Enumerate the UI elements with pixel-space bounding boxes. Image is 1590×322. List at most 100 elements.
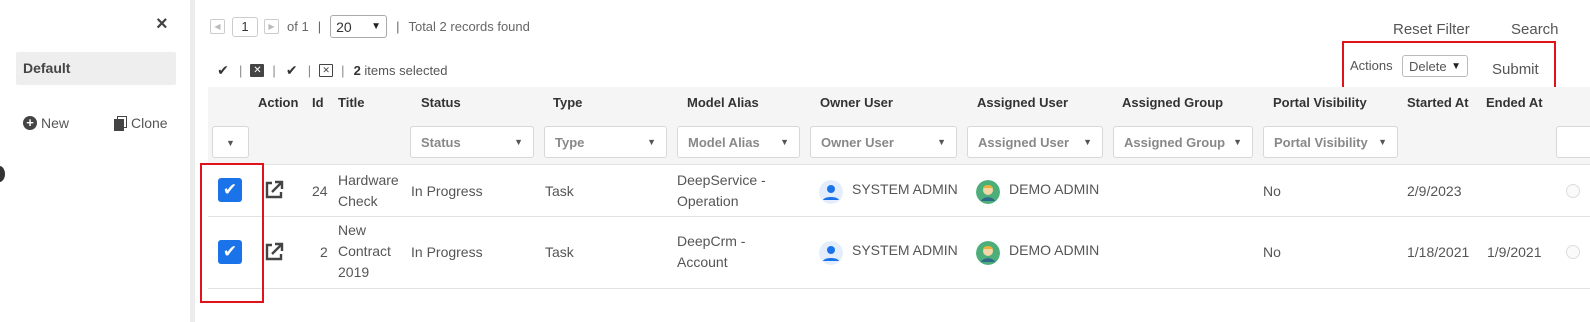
external-link-icon[interactable] [263, 179, 285, 201]
toolbar-divider: | [239, 63, 243, 78]
status-filter[interactable]: Status ▼ [410, 126, 534, 158]
close-icon[interactable]: × [156, 14, 168, 34]
column-header-title[interactable]: Title [338, 95, 365, 110]
selected-count: 2 [353, 63, 361, 78]
cell-assigned-user: DEMO ADMIN [1009, 242, 1100, 258]
cell-model-alias-line: Operation [677, 193, 739, 209]
cell-ended-at: 1/9/2021 [1487, 244, 1542, 260]
column-header-assigned-group[interactable]: Assigned Group [1122, 95, 1223, 110]
owner-user-filter[interactable]: Owner User ▼ [810, 126, 957, 158]
external-link-icon[interactable] [263, 241, 285, 263]
person-avatar-icon [976, 180, 1000, 204]
selected-count-text: 2 items selected [354, 63, 448, 78]
column-header-portal-visibility[interactable]: Portal Visibility [1273, 95, 1367, 110]
toolbar-divider: | [307, 63, 312, 78]
row-divider [208, 216, 1590, 217]
column-header-action: Action [258, 95, 299, 110]
cell-type: Task [545, 244, 574, 260]
clone-view-label: Clone [131, 115, 168, 131]
chevron-down-icon: ▼ [1451, 60, 1461, 72]
portal-visibility-filter[interactable]: Portal Visibility ▼ [1263, 126, 1398, 158]
caret-down-icon: ▼ [1233, 137, 1242, 147]
selected-suffix: items selected [364, 63, 448, 78]
row-divider [208, 288, 1590, 289]
assigned-user-filter-label: Assigned User [978, 134, 1070, 150]
cell-title[interactable]: New Contract 2019 [338, 220, 391, 283]
cell-assigned-user: DEMO ADMIN [1009, 181, 1100, 197]
caret-down-icon: ▼ [514, 137, 523, 147]
caret-down-icon: ▼ [1378, 137, 1387, 147]
cell-owner-user: SYSTEM ADMIN [852, 242, 958, 258]
caret-down-icon: ▼ [780, 137, 789, 147]
column-header-status[interactable]: Status [421, 95, 461, 110]
column-header-ended-at[interactable]: Ended At [1486, 95, 1543, 110]
search-button[interactable]: Search [1511, 21, 1559, 38]
type-filter-label: Type [555, 134, 585, 150]
toolbar-divider: | [341, 63, 345, 78]
assigned-user-filter[interactable]: Assigned User ▼ [967, 126, 1103, 158]
owner-user-filter-label: Owner User [821, 134, 894, 150]
column-header-model-alias[interactable]: Model Alias [687, 95, 759, 110]
type-filter[interactable]: Type ▼ [544, 126, 667, 158]
clear-square-icon[interactable]: ✕ [319, 64, 334, 77]
cell-id: 24 [312, 183, 328, 199]
page-size-select[interactable]: 20 ▼ [330, 15, 388, 38]
actions-label: Actions [1350, 58, 1393, 73]
selection-toolbar: ✔ | ✕ | ✔ | ✕ | 2 items selected [215, 62, 448, 79]
cell-id: 2 [320, 244, 328, 260]
cell-model-alias-line: Account [677, 254, 728, 270]
cell-status: In Progress [411, 183, 483, 199]
cell-status: In Progress [411, 244, 483, 260]
model-alias-filter-label: Model Alias [688, 134, 760, 150]
clone-view-button[interactable]: Clone [114, 115, 168, 131]
cell-title-line: New [338, 222, 367, 238]
cell-title[interactable]: Hardware Check [338, 170, 399, 212]
view-item-default[interactable]: Default [16, 52, 176, 85]
submit-button[interactable]: Submit [1492, 61, 1539, 78]
plus-circle-icon: + [23, 116, 37, 130]
last-page-icon[interactable]: ▶ [264, 19, 279, 34]
user-avatar-icon [819, 180, 843, 204]
cell-title-line: 2019 [338, 264, 370, 280]
cell-owner-user: SYSTEM ADMIN [852, 181, 958, 197]
page-count: of 1 [287, 19, 309, 34]
cell-started-at: 1/18/2021 [1407, 244, 1470, 260]
selection-filter[interactable]: ▼ [212, 126, 249, 158]
assigned-group-filter-label: Assigned Group [1124, 134, 1226, 150]
cell-model-alias: DeepService - Operation [677, 170, 766, 212]
portal-visibility-filter-label: Portal Visibility [1274, 134, 1368, 150]
actions-select[interactable]: Delete ▼ [1402, 55, 1468, 77]
pager: ◀ 1 ▶ of 1 | 20 ▼ | Total 2 records foun… [210, 15, 530, 38]
model-alias-filter[interactable]: Model Alias ▼ [677, 126, 800, 158]
new-view-button[interactable]: + New [23, 115, 69, 131]
column-header-id[interactable]: Id [312, 95, 324, 110]
cell-model-alias-line: DeepService - [677, 172, 766, 188]
reset-filter-button[interactable]: Reset Filter [1393, 21, 1470, 38]
column-header-owner-user[interactable]: Owner User [820, 95, 893, 110]
chevron-down-icon: ▼ [371, 21, 382, 32]
actions-value: Delete [1409, 58, 1447, 74]
views-sidebar: × Default + New Clone [0, 0, 190, 322]
cell-title-line: Hardware [338, 172, 399, 188]
caret-down-icon: ▼ [937, 137, 946, 147]
check-icon[interactable]: ✔ [284, 62, 300, 79]
cell-type: Task [545, 183, 574, 199]
double-check-icon[interactable]: ✔ [215, 62, 231, 79]
cell-title-line: Check [338, 193, 378, 209]
column-header-type[interactable]: Type [553, 95, 582, 110]
column-header-assigned-user[interactable]: Assigned User [977, 95, 1068, 110]
caret-down-icon: ▼ [647, 137, 656, 147]
page-size-value: 20 [336, 18, 352, 35]
first-page-icon[interactable]: ◀ [210, 19, 225, 34]
caret-down-icon: ▼ [1083, 137, 1092, 147]
page-number-input[interactable]: 1 [232, 16, 258, 37]
user-avatar-icon [819, 241, 843, 265]
row-avatar-cut [1566, 184, 1580, 198]
cell-model-alias: DeepCrm - Account [677, 231, 745, 273]
assigned-group-filter[interactable]: Assigned Group ▼ [1113, 126, 1253, 158]
copy-icon [114, 115, 127, 131]
next-column-filter[interactable] [1556, 126, 1590, 158]
cell-portal-visibility: No [1263, 183, 1281, 199]
close-square-icon[interactable]: ✕ [250, 64, 265, 77]
column-header-started-at[interactable]: Started At [1407, 95, 1469, 110]
